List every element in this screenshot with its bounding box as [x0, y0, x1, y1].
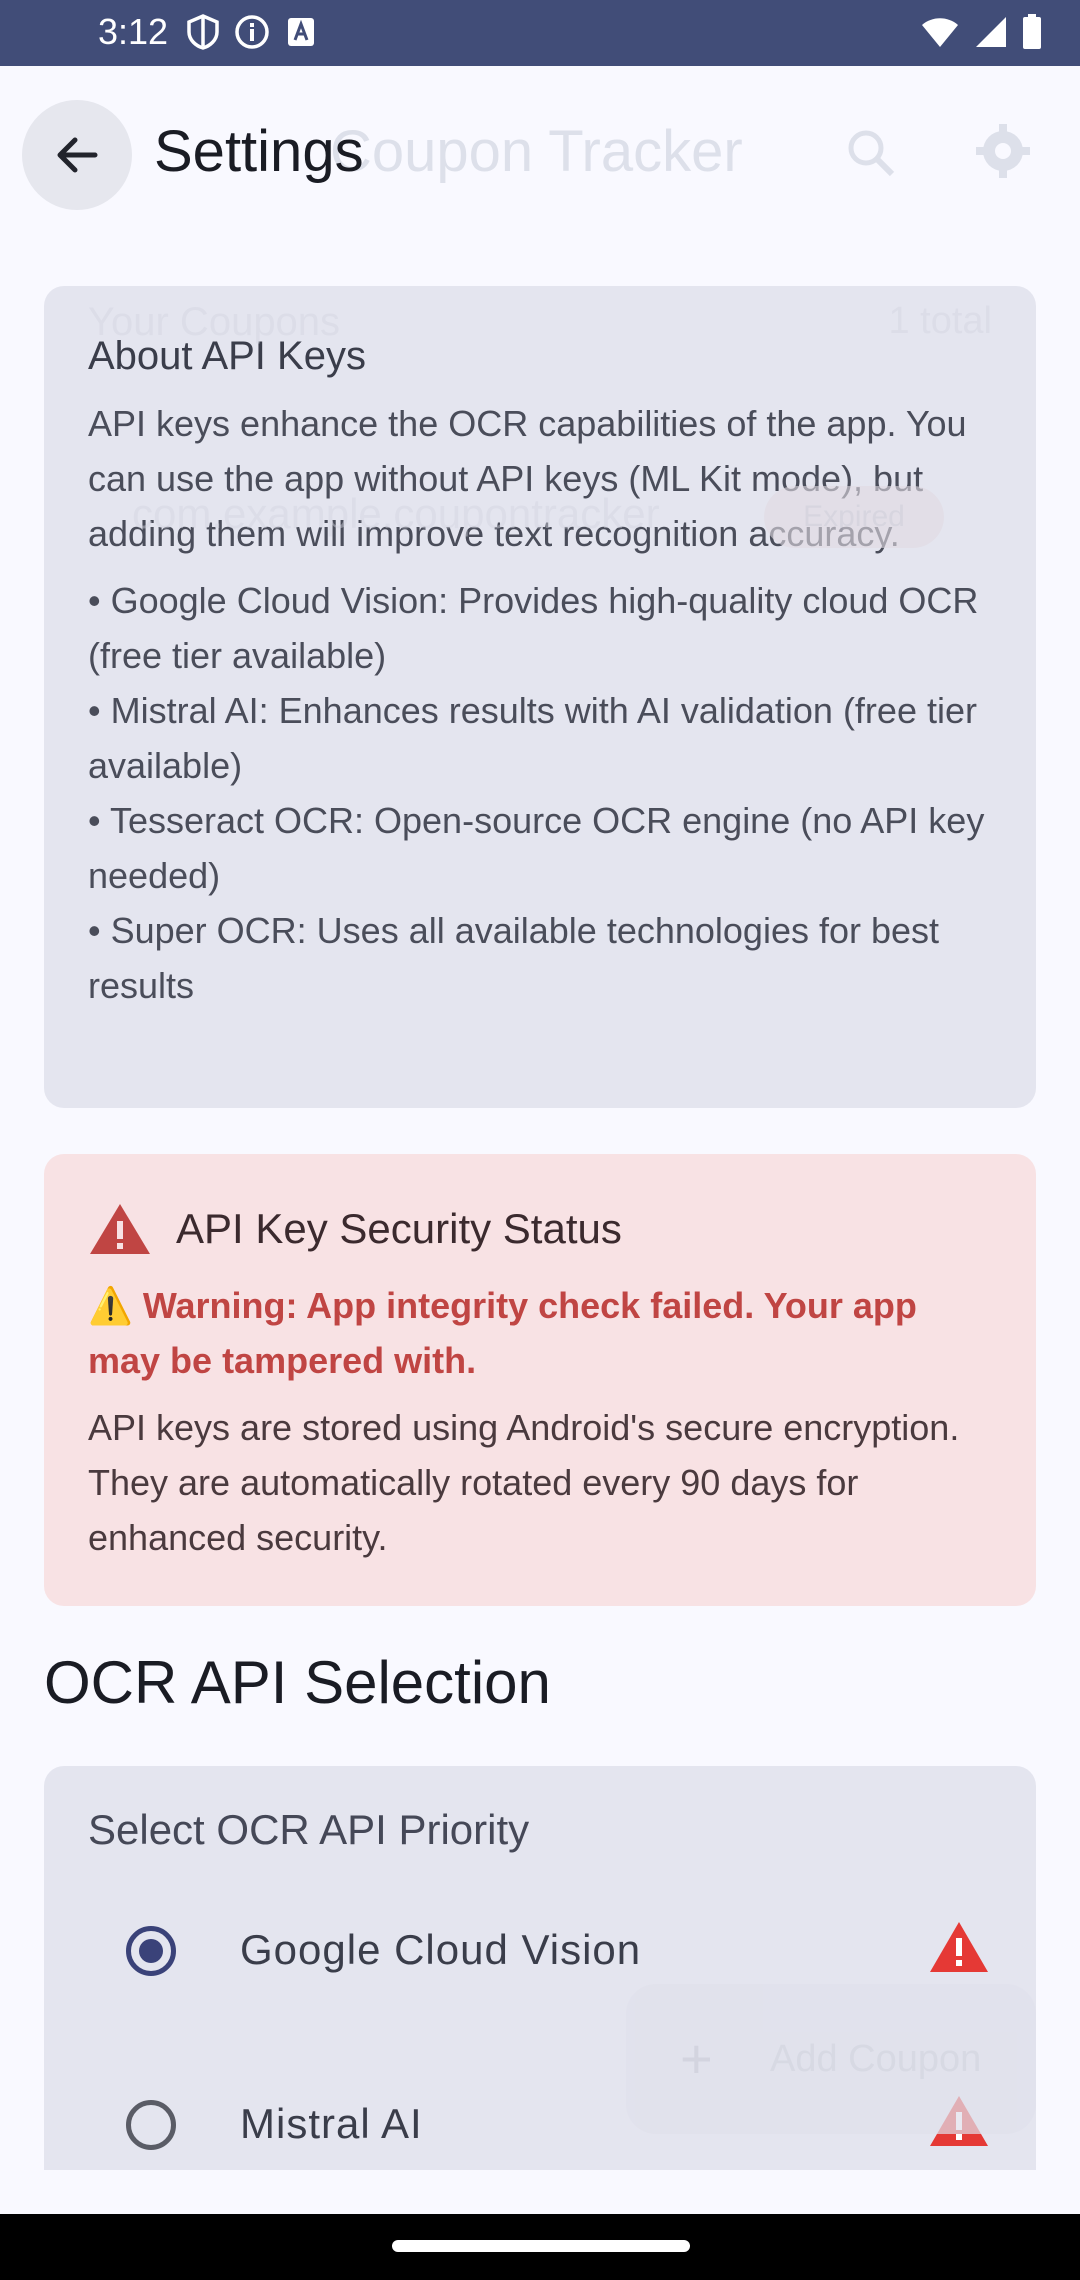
- ocr-card-title: Select OCR API Priority: [88, 1806, 530, 1853]
- background-status-badge: Expired: [764, 486, 944, 548]
- status-notification-icons: [186, 14, 318, 50]
- security-description: API keys are stored using Android's secu…: [88, 1407, 960, 1558]
- background-coupons-header: Your Coupons 1 total: [88, 300, 992, 345]
- security-card-header: API Key Security Status: [88, 1198, 992, 1260]
- gear-icon: [976, 124, 1030, 178]
- search-icon: [848, 130, 895, 177]
- bullet-tesseract-ocr: • Tesseract OCR: Open-source OCR engine …: [88, 800, 985, 896]
- background-coupons-total: 1 total: [888, 300, 992, 342]
- about-api-keys-card: About API Keys API keys enhance the OCR …: [44, 286, 1036, 1108]
- bullet-google-cloud-vision: • Google Cloud Vision: Provides high-qua…: [88, 580, 979, 676]
- plus-icon: +: [680, 2027, 713, 2090]
- page-title: Settings: [154, 119, 364, 184]
- security-card-title: API Key Security Status: [176, 1205, 622, 1252]
- info-icon: [235, 15, 269, 49]
- radio-mistral-ai[interactable]: [126, 2100, 176, 2150]
- about-card-bullets: • Google Cloud Vision: Provides high-qua…: [88, 573, 992, 1013]
- option-label: Google Cloud Vision: [240, 1926, 642, 1973]
- app-notification-icon: [288, 18, 314, 46]
- shield-icon: [187, 14, 219, 50]
- status-system-icons: [920, 14, 1042, 50]
- battery-icon: [1023, 14, 1041, 49]
- status-bar: 3:12: [0, 0, 1080, 66]
- home-gesture-handle[interactable]: [392, 2240, 690, 2252]
- status-time: 3:12: [98, 11, 169, 52]
- security-status-card: API Key Security Status ⚠️ Warning: App …: [44, 1154, 1036, 1606]
- ocr-section-heading: OCR API Selection: [44, 1649, 551, 1716]
- signal-icon: [976, 17, 1006, 47]
- background-coupons-title: Your Coupons: [88, 300, 341, 344]
- bullet-super-ocr: • Super OCR: Uses all available technolo…: [88, 910, 940, 1006]
- app-bar: Coupon Tracker Settings: [0, 66, 1080, 242]
- fab-label: Add Coupon: [770, 2038, 982, 2080]
- radio-google-cloud-vision[interactable]: [126, 1926, 176, 1976]
- background-add-coupon-fab: + Add Coupon: [626, 1984, 1036, 2134]
- option-label: Mistral AI: [240, 2100, 423, 2147]
- back-button[interactable]: [22, 100, 132, 210]
- background-coupon-name: com.example.coupontracker: [132, 490, 660, 537]
- back-arrow-icon: [57, 137, 98, 173]
- wifi-icon: [922, 18, 958, 47]
- warning-triangle-icon: [930, 1922, 988, 1972]
- bullet-mistral-ai: • Mistral AI: Enhances results with AI v…: [88, 690, 977, 786]
- integrity-warning: ⚠️ Warning: App integrity check failed. …: [88, 1285, 917, 1381]
- warning-triangle-icon: [90, 1204, 150, 1254]
- background-app-title: Coupon Tracker: [330, 119, 743, 184]
